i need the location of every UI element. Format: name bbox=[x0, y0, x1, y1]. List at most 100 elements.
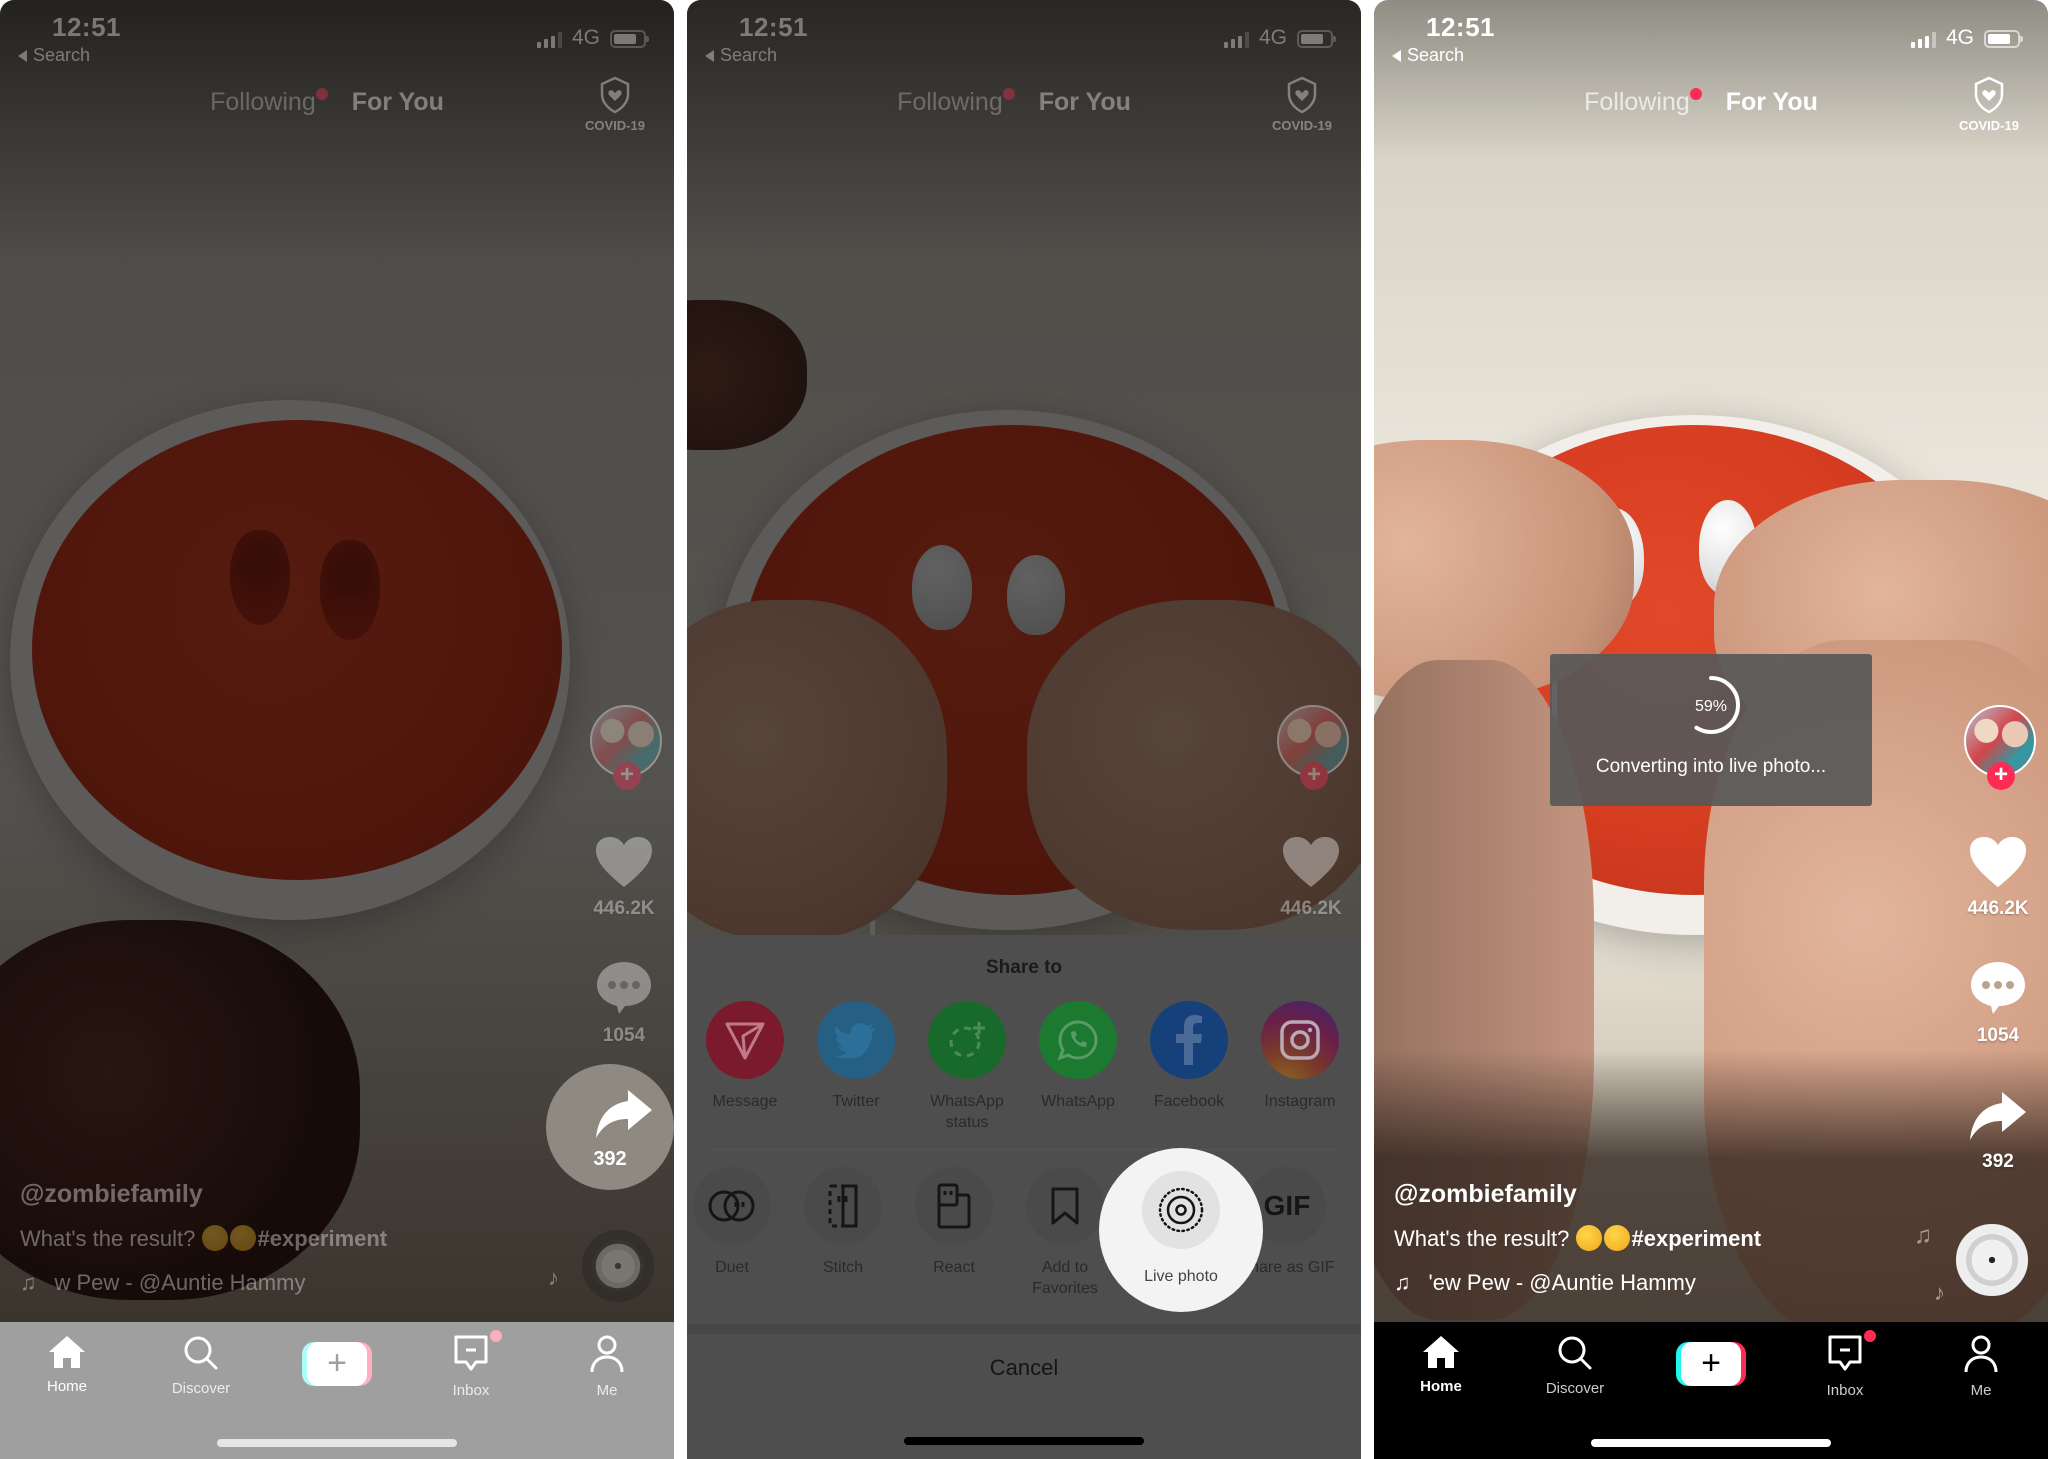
bookmark-icon bbox=[1026, 1167, 1104, 1245]
nav-me-label: Me bbox=[1970, 1382, 1992, 1399]
nav-inbox[interactable]: Inbox bbox=[1790, 1330, 1900, 1399]
action-label: Duet bbox=[715, 1259, 749, 1276]
tab-following[interactable]: Following bbox=[1584, 88, 1702, 128]
tab-for-you[interactable]: For You bbox=[352, 88, 444, 128]
sheet-divider bbox=[709, 1149, 1339, 1150]
like-count: 446.2K bbox=[593, 898, 655, 919]
action-live-photo-highlighted[interactable]: Live photo bbox=[1099, 1148, 1263, 1312]
action-react[interactable]: React bbox=[899, 1167, 1009, 1278]
network-type: 4G bbox=[1258, 26, 1287, 49]
share-target-whatsapp[interactable]: WhatsApp bbox=[1023, 1001, 1133, 1112]
music-note-icon: ♪ bbox=[548, 1265, 559, 1290]
like-button[interactable]: 446.2K bbox=[1958, 835, 2038, 920]
whatsapp-icon bbox=[1039, 1001, 1117, 1079]
caption-body: What's the result? bbox=[1394, 1226, 1570, 1251]
share-sheet: Share to Message Twitter WhatsApp status… bbox=[687, 935, 1361, 1459]
share-button[interactable]: 392 bbox=[1958, 1090, 2038, 1173]
rofl-emoji-icon bbox=[1575, 1225, 1602, 1251]
action-rail: + 446.2K 1054 392 bbox=[1958, 705, 2038, 1185]
shield-heart-icon bbox=[600, 76, 630, 114]
music-disc[interactable] bbox=[1956, 1224, 2028, 1296]
feed-tabs: Following For You bbox=[687, 88, 1361, 128]
nav-home[interactable]: Home bbox=[12, 1334, 122, 1395]
like-button[interactable]: 446.2K bbox=[1271, 835, 1351, 920]
covid-info-button[interactable]: COVID-19 bbox=[578, 76, 652, 133]
nav-home-label: Home bbox=[1420, 1378, 1462, 1395]
back-arrow-icon bbox=[18, 49, 27, 62]
back-to-search[interactable]: Search bbox=[18, 45, 90, 66]
nav-discover[interactable]: Discover bbox=[1520, 1334, 1630, 1397]
rofl-emoji-icon bbox=[201, 1225, 228, 1251]
music-ticker[interactable]: ♫ w Pew - @Auntie Hammy bbox=[20, 1270, 387, 1296]
comment-button[interactable]: 1054 bbox=[584, 960, 664, 1047]
action-stitch[interactable]: Stitch bbox=[788, 1167, 898, 1278]
share-button-highlighted[interactable]: 392 bbox=[546, 1064, 674, 1190]
share-targets-row: Message Twitter WhatsApp status WhatsApp… bbox=[687, 1001, 1361, 1151]
share-target-instagram[interactable]: Instagram bbox=[1245, 1001, 1355, 1112]
share-target-facebook[interactable]: Facebook bbox=[1134, 1001, 1244, 1112]
nav-home-label: Home bbox=[46, 1378, 87, 1395]
tab-following-label: Following bbox=[897, 88, 1003, 116]
video-caption: @zombiefamily What's the result? #experi… bbox=[20, 1180, 387, 1296]
network-type: 4G bbox=[571, 26, 600, 49]
action-label: Live photo bbox=[1144, 1268, 1218, 1285]
back-to-search[interactable]: Search bbox=[1392, 45, 1464, 66]
creator-username[interactable]: @zombiefamily bbox=[1394, 1180, 1761, 1209]
nav-inbox[interactable]: Inbox bbox=[416, 1330, 526, 1399]
profile-icon bbox=[1964, 1335, 1998, 1373]
nav-discover-label: Discover bbox=[1545, 1380, 1605, 1397]
action-rail: + 446.2K bbox=[1271, 705, 1351, 955]
home-icon bbox=[49, 1336, 85, 1368]
status-time: 12:51 bbox=[739, 12, 808, 42]
covid-info-button[interactable]: COVID-19 bbox=[1265, 76, 1339, 133]
create-video-button[interactable]: + bbox=[1676, 1342, 1746, 1386]
share-target-label: Instagram bbox=[1264, 1093, 1336, 1110]
hashtag-link[interactable]: #experiment bbox=[1632, 1226, 1762, 1251]
battery-icon bbox=[610, 30, 649, 48]
music-disc[interactable] bbox=[582, 1230, 654, 1302]
covid-info-button[interactable]: COVID-19 bbox=[1952, 76, 2026, 133]
action-duet[interactable]: Duet bbox=[687, 1167, 787, 1278]
like-button[interactable]: 446.2K bbox=[584, 835, 664, 920]
music-ticker[interactable]: ♫ 'ew Pew - @Auntie Hammy bbox=[1394, 1270, 1761, 1296]
tab-for-you[interactable]: For You bbox=[1726, 88, 1818, 128]
tab-following[interactable]: Following bbox=[210, 88, 328, 128]
follow-button[interactable]: + bbox=[613, 762, 641, 790]
inbox-badge bbox=[1864, 1330, 1876, 1342]
share-count: 392 bbox=[593, 1148, 627, 1170]
comment-count: 1054 bbox=[1976, 1025, 2020, 1046]
tab-for-you[interactable]: For You bbox=[1039, 88, 1131, 128]
plus-icon: + bbox=[307, 1342, 367, 1386]
nav-me[interactable]: Me bbox=[552, 1334, 662, 1399]
panel-share-sheet: 12:51 Search 4G Following For You COVID-… bbox=[687, 0, 1361, 1459]
share-target-message[interactable]: Message bbox=[690, 1001, 800, 1112]
comment-button[interactable]: 1054 bbox=[1958, 960, 2038, 1047]
like-count: 446.2K bbox=[1967, 898, 2029, 919]
tab-following[interactable]: Following bbox=[897, 88, 1015, 128]
comment-bubble-icon bbox=[597, 962, 651, 1014]
nav-discover[interactable]: Discover bbox=[146, 1334, 256, 1397]
back-label: Search bbox=[33, 45, 91, 65]
nav-me[interactable]: Me bbox=[1926, 1334, 2036, 1399]
share-target-whatsapp-status[interactable]: WhatsApp status bbox=[912, 1001, 1022, 1133]
creator-username[interactable]: @zombiefamily bbox=[20, 1180, 387, 1209]
nav-home[interactable]: Home bbox=[1386, 1334, 1496, 1395]
heart-icon bbox=[1283, 837, 1339, 887]
follow-button[interactable]: + bbox=[1300, 762, 1328, 790]
hashtag-link[interactable]: #experiment bbox=[258, 1226, 388, 1251]
follow-button[interactable]: + bbox=[1987, 762, 2015, 790]
share-target-twitter[interactable]: Twitter bbox=[801, 1001, 911, 1112]
facebook-icon bbox=[1150, 1001, 1228, 1079]
heart-icon bbox=[596, 837, 652, 887]
duet-icon bbox=[693, 1167, 771, 1245]
status-bar: 12:51 Search 4G bbox=[1374, 0, 2048, 70]
rofl-emoji-icon bbox=[1603, 1225, 1630, 1251]
home-indicator bbox=[904, 1437, 1144, 1445]
back-to-search[interactable]: Search bbox=[705, 45, 777, 66]
cancel-button[interactable]: Cancel bbox=[687, 1355, 1361, 1381]
screenshot-triptych: 12:51 Search 4G Following For You COVID-… bbox=[0, 0, 2048, 1459]
panel-share-button-highlight: 12:51 Search 4G Following For You COVID-… bbox=[0, 0, 674, 1459]
live-photo-icon bbox=[1142, 1171, 1220, 1249]
create-video-button[interactable]: + bbox=[302, 1342, 372, 1386]
progress-percent: 59% bbox=[1694, 698, 1728, 715]
